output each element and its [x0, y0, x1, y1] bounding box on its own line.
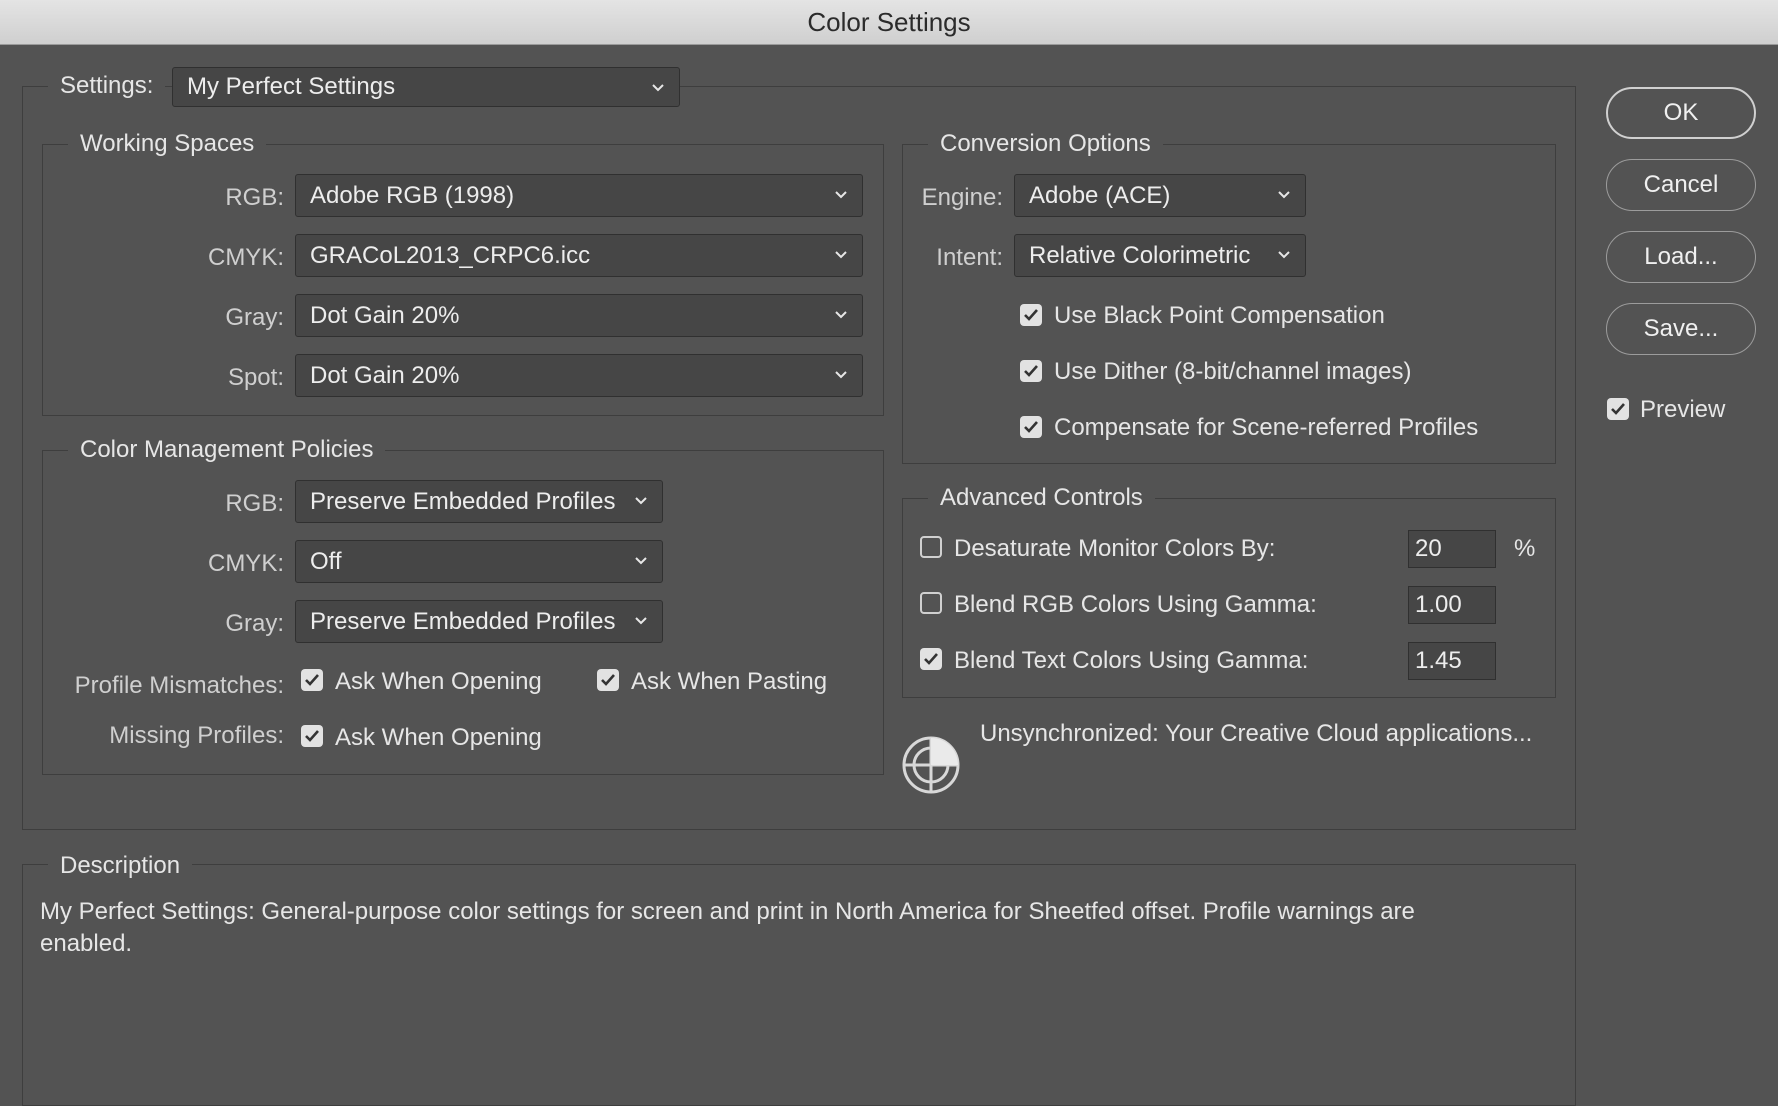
scene-referred-label: Compensate for Scene-referred Profiles — [1054, 414, 1479, 441]
blend-rgb-input[interactable]: 1.00 — [1408, 586, 1496, 624]
ok-button-label: OK — [1663, 99, 1699, 126]
chevron-down-icon — [630, 609, 652, 631]
chevron-down-icon — [1273, 243, 1295, 265]
cancel-button-label: Cancel — [1643, 171, 1719, 198]
cmp-rgb-label: RGB: — [225, 490, 284, 517]
missing-opening-label: Ask When Opening — [335, 724, 542, 751]
cmp-cmyk-label: CMYK: — [207, 550, 284, 577]
ws-rgb-value: Adobe RGB (1998) — [310, 181, 515, 209]
blend-text-value: 1.45 — [1415, 647, 1462, 674]
ws-gray-label: Gray: — [225, 304, 284, 331]
blend-rgb-value: 1.00 — [1415, 591, 1462, 618]
conversion-title: Conversion Options — [928, 130, 1163, 158]
working-spaces-title: Working Spaces — [68, 130, 267, 158]
ws-cmyk-label: CMYK: — [207, 244, 284, 271]
settings-select[interactable]: My Perfect Settings — [172, 67, 680, 107]
preview-checkbox[interactable] — [1607, 398, 1629, 420]
window-title: Color Settings — [807, 6, 971, 37]
intent-select[interactable]: Relative Colorimetric — [1014, 234, 1306, 277]
settings-select-value: My Perfect Settings — [187, 73, 396, 100]
engine-select[interactable]: Adobe (ACE) — [1014, 174, 1306, 217]
checkmark-icon — [1024, 309, 1038, 321]
intent-value: Relative Colorimetric — [1029, 241, 1251, 269]
black-point-label: Use Black Point Compensation — [1054, 302, 1385, 329]
description-text: My Perfect Settings: General-purpose col… — [40, 898, 1415, 957]
description-title: Description — [48, 852, 193, 880]
checkmark-icon — [1024, 365, 1038, 377]
blend-text-input[interactable]: 1.45 — [1408, 642, 1496, 680]
load-button-label: Load... — [1644, 243, 1718, 270]
cmp-rgb-select[interactable]: Preserve Embedded Profiles — [295, 480, 663, 523]
cmp-gray-value: Preserve Embedded Profiles — [310, 607, 616, 635]
chevron-down-icon — [630, 549, 652, 571]
ws-cmyk-value: GRACoL2013_CRPC6.icc — [310, 241, 591, 269]
cmp-cmyk-value: Off — [310, 547, 342, 575]
desaturate-label: Desaturate Monitor Colors By: — [954, 535, 1276, 562]
chevron-down-icon — [630, 489, 652, 511]
ws-spot-label: Spot: — [227, 364, 284, 391]
chevron-down-icon — [830, 303, 852, 325]
mismatch-opening-checkbox[interactable] — [301, 669, 323, 691]
save-button[interactable]: Save... — [1606, 303, 1756, 355]
chevron-down-icon — [830, 243, 852, 265]
ws-rgb-select[interactable]: Adobe RGB (1998) — [295, 174, 863, 217]
mismatch-opening-label: Ask When Opening — [335, 668, 542, 695]
cmp-gray-label: Gray: — [225, 610, 284, 637]
cmp-rgb-value: Preserve Embedded Profiles — [310, 487, 616, 515]
chevron-down-icon — [647, 76, 669, 98]
missing-opening-checkbox[interactable] — [301, 725, 323, 747]
chevron-down-icon — [830, 183, 852, 205]
intent-label: Intent: — [936, 244, 1003, 271]
checkmark-icon — [1024, 421, 1038, 433]
load-button[interactable]: Load... — [1606, 231, 1756, 283]
ws-gray-select[interactable]: Dot Gain 20% — [295, 294, 863, 337]
color-sync-icon — [902, 732, 964, 796]
checkmark-icon — [924, 653, 938, 665]
engine-label: Engine: — [921, 184, 1003, 211]
blend-rgb-label: Blend RGB Colors Using Gamma: — [954, 591, 1317, 618]
engine-value: Adobe (ACE) — [1029, 181, 1171, 209]
preview-label: Preview — [1640, 396, 1726, 423]
desaturate-unit: % — [1514, 535, 1536, 562]
ok-button[interactable]: OK — [1606, 87, 1756, 139]
ws-spot-select[interactable]: Dot Gain 20% — [295, 354, 863, 397]
blend-rgb-checkbox[interactable] — [920, 592, 942, 614]
cancel-button[interactable]: Cancel — [1606, 159, 1756, 211]
dither-checkbox[interactable] — [1020, 360, 1042, 382]
chevron-down-icon — [1273, 183, 1295, 205]
profile-mismatches-label: Profile Mismatches: — [74, 672, 284, 699]
cmp-cmyk-select[interactable]: Off — [295, 540, 663, 583]
blend-text-label: Blend Text Colors Using Gamma: — [954, 647, 1309, 674]
advanced-title: Advanced Controls — [928, 484, 1155, 512]
ws-gray-value: Dot Gain 20% — [310, 301, 460, 329]
ws-spot-value: Dot Gain 20% — [310, 361, 460, 389]
blend-text-checkbox[interactable] — [920, 648, 942, 670]
policies-title: Color Management Policies — [68, 436, 386, 464]
settings-label: Settings: — [48, 72, 166, 100]
desaturate-checkbox[interactable] — [920, 536, 942, 558]
save-button-label: Save... — [1643, 315, 1719, 342]
scene-referred-checkbox[interactable] — [1020, 416, 1042, 438]
window-titlebar[interactable]: Color Settings — [0, 0, 1778, 45]
chevron-down-icon — [830, 363, 852, 385]
ws-cmyk-select[interactable]: GRACoL2013_CRPC6.icc — [295, 234, 863, 277]
dither-label: Use Dither (8-bit/channel images) — [1054, 358, 1412, 385]
black-point-checkbox[interactable] — [1020, 304, 1042, 326]
checkmark-icon — [305, 674, 319, 686]
desaturate-value: 20 — [1415, 535, 1442, 562]
missing-profiles-label: Missing Profiles: — [109, 722, 284, 749]
sync-status-text: Unsynchronized: Your Creative Cloud appl… — [980, 720, 1533, 747]
checkmark-icon — [601, 674, 615, 686]
checkmark-icon — [305, 730, 319, 742]
checkmark-icon — [1611, 403, 1625, 415]
mismatch-pasting-label: Ask When Pasting — [631, 668, 828, 695]
desaturate-input[interactable]: 20 — [1408, 530, 1496, 568]
cmp-gray-select[interactable]: Preserve Embedded Profiles — [295, 600, 663, 643]
ws-rgb-label: RGB: — [225, 184, 284, 211]
mismatch-pasting-checkbox[interactable] — [597, 669, 619, 691]
